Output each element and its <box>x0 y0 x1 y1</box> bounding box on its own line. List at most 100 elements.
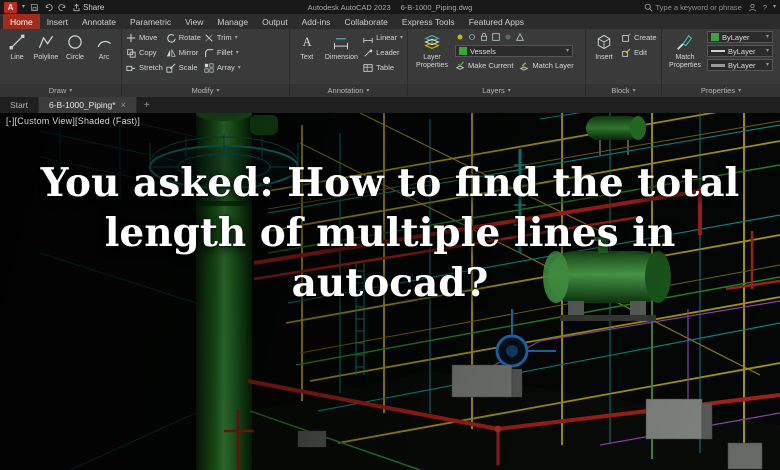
trim-icon <box>205 33 213 42</box>
headline-text: You asked: How to find the total length … <box>0 159 780 309</box>
share-button[interactable]: Share <box>72 3 104 12</box>
viewport-controls[interactable]: [-][Custom View][Shaded (Fast)] <box>6 116 140 126</box>
save-icon[interactable] <box>30 3 39 12</box>
match-layer-tool[interactable]: Match Layer <box>519 59 574 72</box>
ribbon-tab-collaborate[interactable]: Collaborate <box>337 14 394 29</box>
text-tool[interactable]: A Text <box>294 31 320 62</box>
ribbon-panel-draw: Line Polyline Circle Arc Draw ▾ <box>0 29 122 97</box>
layer-off-icon[interactable] <box>503 32 513 42</box>
array-icon <box>204 63 214 72</box>
block-panel-label[interactable]: Block ▾ <box>586 84 661 97</box>
undo-icon[interactable] <box>44 3 53 12</box>
help-icon[interactable]: ? <box>763 3 767 12</box>
stretch-tool[interactable]: Stretch <box>126 61 163 74</box>
layer-freeze-icon[interactable] <box>467 32 477 42</box>
rotate-tool[interactable]: Rotate <box>166 31 201 44</box>
linetype-swatch <box>711 50 725 52</box>
polyline-tool[interactable]: Polyline <box>33 31 59 62</box>
close-tab-icon[interactable]: × <box>121 100 126 110</box>
arc-icon <box>95 31 113 53</box>
account-icon[interactable] <box>748 3 757 12</box>
layer-walk-icon[interactable] <box>515 32 525 42</box>
layer-dropdown-caret-icon: ▾ <box>565 48 569 54</box>
array-tool[interactable]: Array ▾ <box>204 61 241 74</box>
ribbon-tab-featured-apps[interactable]: Featured Apps <box>462 14 531 29</box>
mirror-tool[interactable]: Mirror <box>166 46 201 59</box>
fillet-caret-icon: ▾ <box>235 49 239 56</box>
ribbon-tab-annotate[interactable]: Annotate <box>75 14 123 29</box>
search-placeholder: Type a keyword or phrase <box>655 2 742 12</box>
edit-block-tool[interactable]: Edit <box>621 46 657 59</box>
linetype-bylayer-dropdown[interactable]: ByLayer ▾ <box>707 45 773 57</box>
layer-lock-icon[interactable] <box>479 32 489 42</box>
ribbon-tab-view[interactable]: View <box>178 14 210 29</box>
layer-isolate-icon[interactable] <box>491 32 501 42</box>
ribbon-tab-home[interactable]: Home <box>3 14 40 29</box>
polyline-icon <box>37 31 55 53</box>
lineweight-bylayer-dropdown[interactable]: ByLayer ▾ <box>707 59 773 71</box>
properties-panel-label[interactable]: Properties ▾ <box>662 84 780 97</box>
search-field[interactable]: Type a keyword or phrase <box>644 3 742 12</box>
document-title: 6-B-1000_Piping.dwg <box>400 2 473 12</box>
lineweight-swatch <box>711 63 725 67</box>
text-icon: A <box>298 31 316 53</box>
trim-caret-icon: ▾ <box>234 34 238 41</box>
insert-block-icon <box>595 31 613 53</box>
arc-tool[interactable]: Arc <box>91 31 117 62</box>
new-tab-button[interactable]: + <box>137 97 157 113</box>
autocad-logo[interactable]: A <box>4 1 17 13</box>
leader-tool[interactable]: Leader <box>363 46 403 59</box>
table-icon <box>363 63 373 72</box>
layer-properties-icon <box>422 31 442 53</box>
dimension-tool[interactable]: Dimension <box>323 31 360 62</box>
ribbon-tab-output[interactable]: Output <box>255 14 295 29</box>
viewport: [-][Custom View][Shaded (Fast)] You aske… <box>0 113 780 470</box>
scale-icon <box>166 62 176 73</box>
share-label: Share <box>83 2 105 12</box>
modify-panel-label[interactable]: Modify ▾ <box>122 84 289 97</box>
layer-tools-strip <box>455 31 573 43</box>
ribbon-tab-addins[interactable]: Add-ins <box>295 14 338 29</box>
line-tool[interactable]: Line <box>4 31 30 62</box>
annotation-panel-label[interactable]: Annotation ▾ <box>290 84 407 97</box>
document-tab-bar: Start 6-B-1000_Piping* × + <box>0 97 780 113</box>
rotate-icon <box>167 33 176 43</box>
trim-tool[interactable]: Trim ▾ <box>204 31 241 44</box>
tab-active-document[interactable]: 6-B-1000_Piping* × <box>38 97 137 113</box>
circle-tool[interactable]: Circle <box>62 31 88 62</box>
redo-icon[interactable] <box>58 3 67 12</box>
mirror-icon <box>166 49 176 57</box>
color-swatch <box>711 33 719 41</box>
ribbon-tab-insert[interactable]: Insert <box>40 14 75 29</box>
linear-dimension-tool[interactable]: Linear ▾ <box>363 31 403 44</box>
app-menu-caret-icon[interactable]: ▾ <box>22 4 25 10</box>
create-block-tool[interactable]: Create <box>621 31 657 44</box>
draw-panel-label[interactable]: Draw ▾ <box>0 84 121 97</box>
ribbon-tab-manage[interactable]: Manage <box>210 14 255 29</box>
ribbon-tab-parametric[interactable]: Parametric <box>123 14 178 29</box>
layer-select-dropdown[interactable]: Vessels ▾ <box>455 45 573 57</box>
window-title: Autodesk AutoCAD 2023 6-B-1000_Piping.dw… <box>308 3 473 12</box>
table-tool[interactable]: Table <box>363 61 403 74</box>
leader-icon <box>364 49 373 57</box>
headline-line-3: autocad? <box>291 259 489 306</box>
move-tool[interactable]: Move <box>126 31 163 44</box>
ribbon-tab-express-tools[interactable]: Express Tools <box>395 14 462 29</box>
color-bylayer-dropdown[interactable]: ByLayer ▾ <box>707 31 773 43</box>
linetype-dropdown-caret-icon: ▾ <box>765 48 769 54</box>
move-icon <box>126 33 136 42</box>
fillet-tool[interactable]: Fillet ▾ <box>204 46 241 59</box>
match-properties-tool[interactable]: Match Properties <box>666 31 704 69</box>
layer-properties-tool[interactable]: Layer Properties <box>412 31 452 69</box>
scale-tool[interactable]: Scale <box>166 61 201 74</box>
insert-block-tool[interactable]: Insert <box>590 31 618 62</box>
make-current-tool[interactable]: Make Current <box>455 59 513 72</box>
layers-panel-label[interactable]: Layers ▾ <box>408 84 585 97</box>
copy-icon <box>127 48 136 58</box>
copy-tool[interactable]: Copy <box>126 46 163 59</box>
match-properties-icon <box>675 31 695 53</box>
make-current-icon <box>455 61 465 70</box>
tab-start[interactable]: Start <box>0 97 39 113</box>
titlebar-overflow-caret-icon[interactable]: ▾ <box>773 4 776 10</box>
layer-on-icon[interactable] <box>455 32 465 42</box>
